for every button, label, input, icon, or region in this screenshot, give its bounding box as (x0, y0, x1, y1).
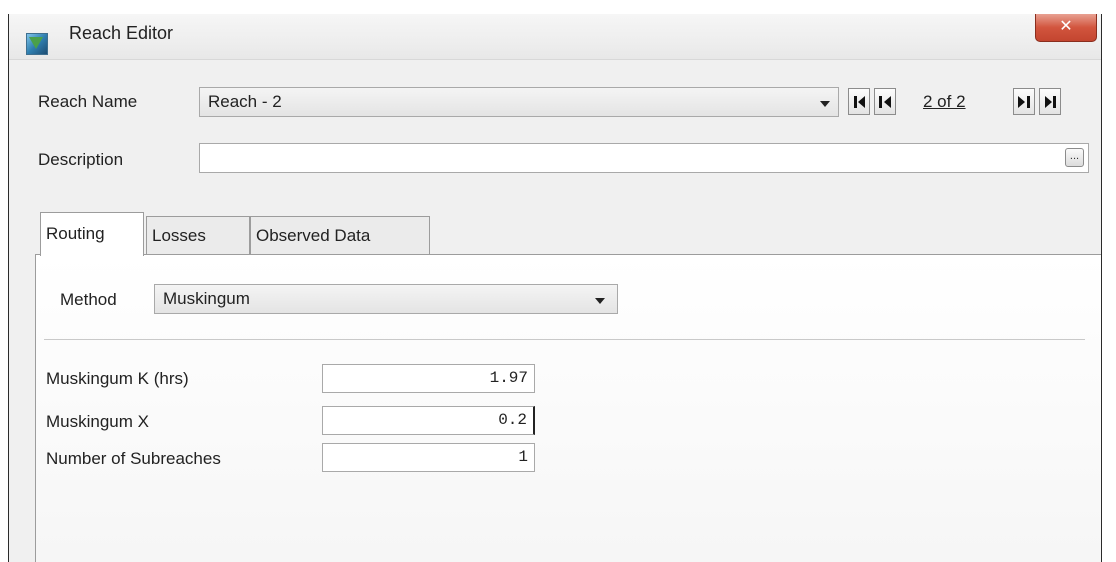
description-field[interactable] (199, 143, 1089, 173)
last-record-button[interactable] (1039, 88, 1061, 115)
reach-name-value: Reach - 2 (208, 92, 282, 111)
chevron-down-icon (820, 101, 830, 107)
next-record-icon (1018, 95, 1030, 108)
next-record-button[interactable] (1013, 88, 1035, 115)
method-label: Method (60, 290, 117, 309)
previous-record-button[interactable] (874, 88, 896, 115)
tab-losses[interactable]: Losses (146, 216, 250, 254)
close-button[interactable]: ✕ (1035, 14, 1097, 42)
previous-record-icon (879, 95, 891, 108)
muskingum-x-field[interactable]: 0.2 (322, 406, 535, 435)
method-dropdown[interactable]: Muskingum (154, 284, 618, 314)
muskingum-k-label: Muskingum K (hrs) (46, 369, 189, 388)
reach-name-dropdown[interactable]: Reach - 2 (199, 87, 839, 117)
muskingum-k-field[interactable]: 1.97 (322, 364, 535, 393)
last-record-icon (1044, 95, 1056, 108)
tab-observed-data[interactable]: Observed Data (250, 216, 430, 254)
tab-routing[interactable]: Routing (40, 212, 144, 256)
subreaches-label: Number of Subreaches (46, 449, 221, 468)
section-divider (44, 339, 1085, 340)
reach-name-label: Reach Name (38, 92, 138, 111)
window-right-border (1101, 14, 1102, 562)
window-title: Reach Editor (69, 23, 174, 43)
method-value: Muskingum (163, 289, 250, 308)
description-label: Description (38, 150, 124, 169)
title-bar[interactable]: Reach Editor ✕ (9, 14, 1101, 60)
first-record-button[interactable] (848, 88, 870, 115)
muskingum-x-label: Muskingum X (46, 412, 149, 431)
first-record-icon (853, 95, 865, 108)
record-position-indicator: 2 of 2 (923, 92, 966, 111)
subreaches-field[interactable]: 1 (322, 443, 535, 472)
description-browse-button[interactable]: ... (1065, 148, 1084, 167)
chevron-down-icon (595, 298, 605, 304)
app-icon (26, 33, 48, 55)
